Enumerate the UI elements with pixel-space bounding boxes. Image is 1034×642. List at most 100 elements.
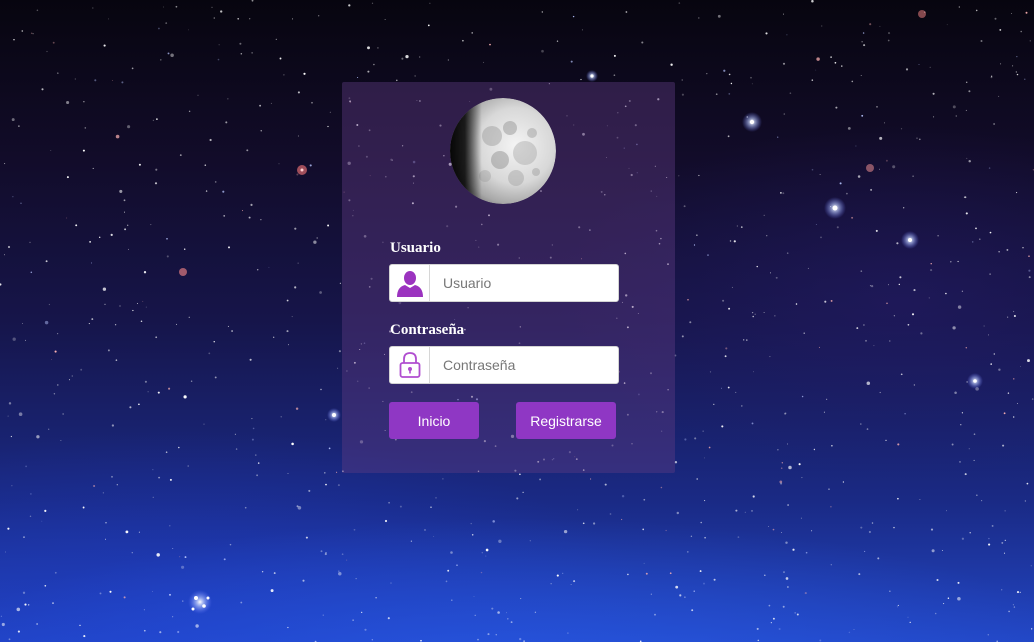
star xyxy=(613,54,616,57)
star xyxy=(795,303,798,305)
login-button[interactable]: Inicio xyxy=(389,402,479,439)
star xyxy=(743,339,745,341)
star xyxy=(36,623,38,625)
star xyxy=(865,339,867,342)
star xyxy=(998,95,1000,97)
star xyxy=(175,323,178,325)
star xyxy=(723,69,726,72)
star xyxy=(179,154,182,156)
star xyxy=(260,130,262,132)
username-input[interactable] xyxy=(441,267,615,299)
star xyxy=(322,614,324,616)
star xyxy=(66,100,70,105)
star xyxy=(229,543,232,546)
star xyxy=(255,454,257,456)
star xyxy=(66,176,69,179)
star xyxy=(686,551,689,553)
star xyxy=(291,316,293,318)
star xyxy=(756,627,759,630)
star xyxy=(769,356,771,358)
star xyxy=(279,57,282,60)
star xyxy=(724,355,727,358)
star xyxy=(952,105,956,109)
star xyxy=(968,90,971,93)
star xyxy=(1016,73,1019,76)
star xyxy=(447,59,449,61)
star xyxy=(934,612,937,615)
star xyxy=(541,49,544,53)
star xyxy=(119,189,123,193)
star xyxy=(860,423,862,425)
star xyxy=(772,617,775,620)
star xyxy=(48,428,50,430)
star xyxy=(897,497,899,500)
star xyxy=(698,174,700,177)
star xyxy=(893,526,895,529)
star xyxy=(320,550,323,553)
star xyxy=(371,2,374,4)
star xyxy=(8,638,11,641)
star xyxy=(175,5,178,8)
star xyxy=(730,82,733,85)
star xyxy=(251,52,253,54)
star xyxy=(789,92,792,95)
star xyxy=(700,521,702,524)
star xyxy=(862,324,865,326)
star xyxy=(1012,65,1014,67)
star xyxy=(390,582,392,584)
star xyxy=(786,34,788,36)
star xyxy=(522,491,524,494)
star xyxy=(703,457,705,459)
star xyxy=(208,352,211,355)
star xyxy=(4,551,7,553)
star xyxy=(48,303,51,306)
star xyxy=(898,283,900,286)
star xyxy=(573,580,576,583)
star xyxy=(932,92,935,95)
star xyxy=(158,476,161,479)
star xyxy=(187,465,189,467)
star xyxy=(16,607,21,612)
star xyxy=(308,489,311,492)
star xyxy=(170,53,174,58)
star xyxy=(1016,591,1020,594)
star xyxy=(965,347,968,349)
star xyxy=(834,61,837,64)
star xyxy=(783,571,785,574)
star xyxy=(160,59,162,61)
star xyxy=(830,564,832,566)
star xyxy=(689,321,692,324)
star xyxy=(896,242,899,245)
star xyxy=(169,525,171,527)
star xyxy=(375,597,377,599)
star xyxy=(143,629,146,632)
star xyxy=(1004,539,1006,542)
star xyxy=(203,423,205,425)
star xyxy=(32,33,34,35)
password-input[interactable] xyxy=(441,349,615,381)
star xyxy=(316,237,319,239)
star xyxy=(112,80,114,82)
star xyxy=(807,267,809,269)
star xyxy=(777,136,779,138)
star xyxy=(18,412,23,416)
star xyxy=(987,634,990,636)
star xyxy=(294,227,297,230)
star xyxy=(866,381,871,386)
star xyxy=(860,526,863,529)
star xyxy=(7,245,11,249)
star xyxy=(988,334,990,336)
star xyxy=(1031,628,1033,630)
padlock-icon xyxy=(390,347,430,383)
star xyxy=(965,212,968,215)
star xyxy=(324,472,326,474)
star xyxy=(885,439,887,442)
star xyxy=(325,419,327,421)
star xyxy=(183,395,187,399)
register-button[interactable]: Registrarse xyxy=(516,402,616,439)
star xyxy=(11,485,13,487)
star xyxy=(965,109,967,111)
star xyxy=(30,493,32,495)
moon-logo xyxy=(450,98,556,204)
star xyxy=(645,572,648,575)
